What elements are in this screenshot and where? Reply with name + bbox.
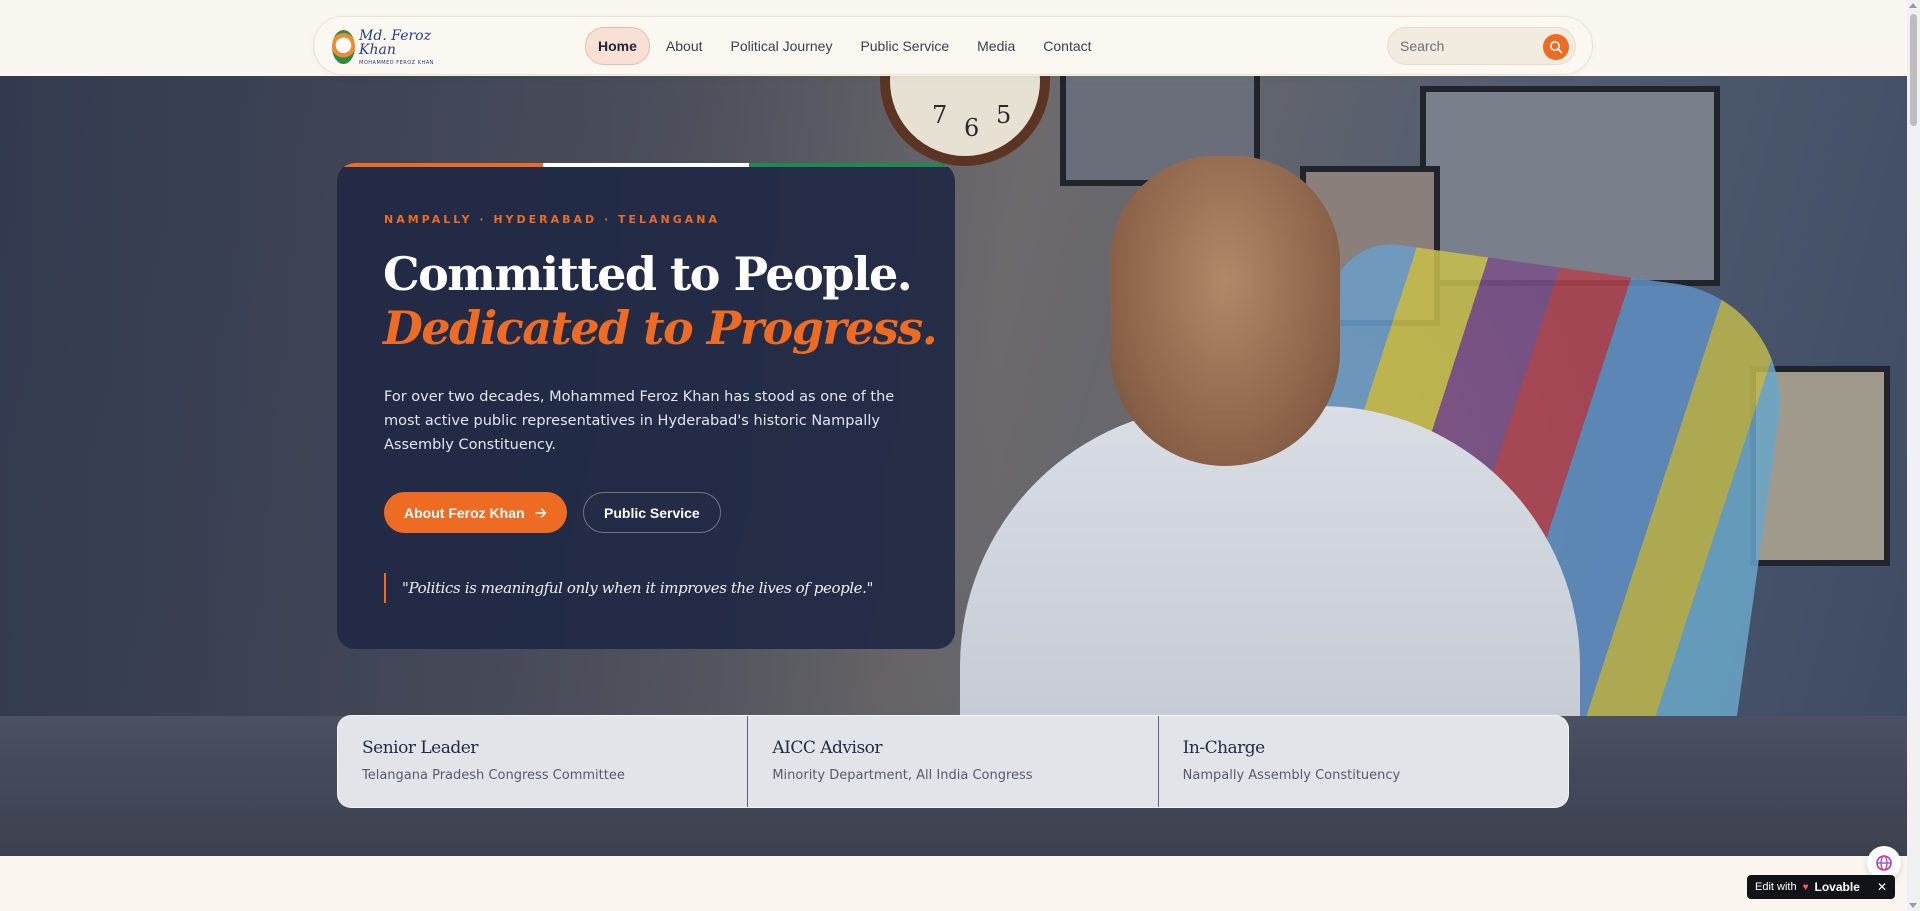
search-button[interactable] [1543, 34, 1569, 60]
clock-numeral: 6 [964, 114, 980, 142]
tricolor-stripe [337, 163, 955, 167]
about-button-label: About Feroz Khan [404, 504, 525, 521]
headline-line-2: Dedicated to Progress. [383, 301, 938, 356]
nav-links: Home About Political Journey Public Serv… [585, 27, 1104, 65]
close-icon[interactable]: ✕ [1877, 880, 1887, 894]
hero-card: NAMPALLY · HYDERABAD · TELANGANA Committ… [337, 163, 955, 649]
arrow-right-icon [534, 507, 546, 518]
scrollbar[interactable] [1907, 0, 1920, 911]
nav-political-journey[interactable]: Political Journey [719, 28, 845, 64]
clock-numeral: 7 [932, 101, 948, 129]
nav-about[interactable]: About [654, 28, 715, 64]
hero-lead: For over two decades, Mohammed Feroz Kha… [384, 389, 895, 453]
stripe-saffron [337, 163, 543, 167]
badge-brand: Lovable [1814, 880, 1860, 894]
person-head [1110, 156, 1340, 466]
public-service-button-label: Public Service [604, 504, 700, 521]
stat-item: In-Charge Nampally Assembly Constituency [1157, 716, 1568, 807]
scrollbar-thumb[interactable] [1910, 14, 1917, 126]
lovable-heart-icon: ♥ [1802, 881, 1809, 893]
globe-icon [1876, 855, 1892, 871]
hero-eyebrow: NAMPALLY · HYDERABAD · TELANGANA [384, 213, 721, 226]
headline-line-1: Committed to People. [383, 247, 913, 301]
stat-item: Senior Leader Telangana Pradesh Congress… [338, 716, 747, 807]
scroll-down-icon[interactable] [1909, 903, 1917, 908]
clock-numeral: 5 [996, 101, 1012, 129]
nav-media[interactable]: Media [965, 28, 1027, 64]
about-button[interactable]: About Feroz Khan [384, 492, 567, 533]
nav-contact[interactable]: Contact [1031, 28, 1103, 64]
stat-desc: Telangana Pradesh Congress Committee [362, 768, 625, 783]
search-input[interactable] [1400, 38, 1530, 54]
stat-title: AICC Advisor [772, 738, 883, 758]
search-icon [1550, 41, 1563, 54]
emblem-icon [332, 30, 356, 64]
site-logo[interactable]: Md. Feroz Khan MOHAMMED FEROZ KHAN [332, 27, 446, 67]
nav-home[interactable]: Home [585, 27, 650, 65]
stat-title: In-Charge [1182, 738, 1266, 758]
stat-title: Senior Leader [362, 738, 478, 758]
hero-quote: "Politics is meaningful only when it imp… [384, 573, 873, 603]
logo-subtitle: MOHAMMED FEROZ KHAN [359, 59, 434, 66]
navbar: Md. Feroz Khan MOHAMMED FEROZ KHAN Home … [313, 16, 1593, 75]
logo-text: Md. Feroz Khan MOHAMMED FEROZ KHAN [359, 29, 446, 66]
hero-headline: Committed to People. Dedicated to Progre… [383, 247, 938, 356]
public-service-button[interactable]: Public Service [583, 492, 721, 533]
scroll-up-icon[interactable] [1909, 3, 1917, 8]
search-box [1387, 27, 1576, 65]
stripe-green [749, 163, 955, 167]
stats-strip: Senior Leader Telangana Pradesh Congress… [337, 715, 1569, 808]
stat-desc: Nampally Assembly Constituency [1182, 768, 1401, 783]
stripe-white [543, 163, 749, 167]
stat-item: AICC Advisor Minority Department, All In… [747, 716, 1157, 807]
stat-desc: Minority Department, All India Congress [772, 768, 1033, 783]
badge-prefix: Edit with [1755, 881, 1797, 893]
logo-signature: Md. Feroz Khan [359, 27, 431, 58]
lovable-badge[interactable]: Edit with ♥ Lovable ✕ [1747, 875, 1895, 899]
nav-public-service[interactable]: Public Service [848, 28, 961, 64]
